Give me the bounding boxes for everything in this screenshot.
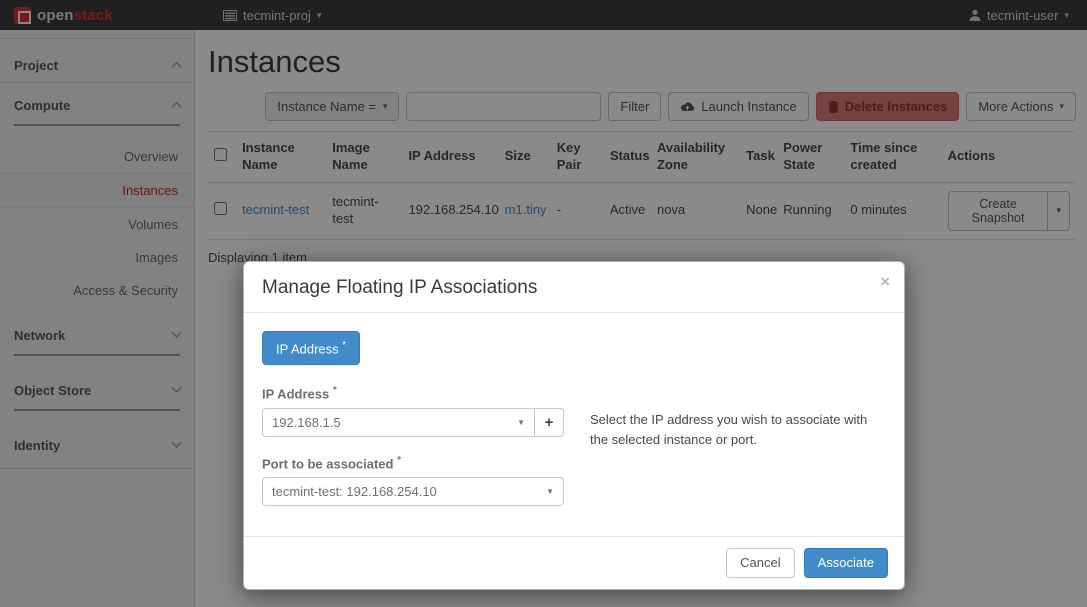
modal-footer: Cancel Associate [244, 536, 904, 589]
chevron-down-icon: ▼ [517, 418, 525, 427]
tab-label: IP Address [276, 341, 339, 356]
modal-header: Manage Floating IP Associations × [244, 262, 904, 313]
modal-help-text: Select the IP address you wish to associ… [590, 383, 885, 506]
port-label: Port to be associated * [262, 455, 564, 471]
chevron-down-icon: ▼ [546, 487, 554, 496]
port-select[interactable]: tecmint-test: 192.168.254.10 ▼ [262, 477, 564, 506]
allocate-ip-plus-button[interactable]: + [535, 408, 564, 437]
required-asterisk: * [397, 455, 401, 466]
modal-title: Manage Floating IP Associations [262, 277, 537, 298]
close-icon[interactable]: × [880, 272, 890, 292]
cancel-button[interactable]: Cancel [726, 548, 794, 578]
ip-address-select[interactable]: 192.168.1.5 ▼ [262, 408, 535, 437]
port-value: tecmint-test: 192.168.254.10 [272, 484, 437, 499]
associate-button[interactable]: Associate [804, 548, 888, 578]
required-asterisk: * [333, 385, 337, 396]
modal-form: IP Address * 192.168.1.5 ▼ + Port to be … [262, 383, 564, 506]
modal-body: IP Address * IP Address * 192.168.1.5 ▼ … [244, 313, 904, 536]
required-asterisk: * [342, 340, 346, 351]
manage-floating-ip-modal: Manage Floating IP Associations × IP Add… [243, 261, 905, 590]
tab-ip-address[interactable]: IP Address * [262, 331, 360, 365]
ip-address-value: 192.168.1.5 [272, 415, 341, 430]
openstack-dashboard: openstack tecmint-proj ▾ tecmint-user ▾ … [0, 0, 1087, 607]
ip-address-label: IP Address * [262, 385, 564, 401]
